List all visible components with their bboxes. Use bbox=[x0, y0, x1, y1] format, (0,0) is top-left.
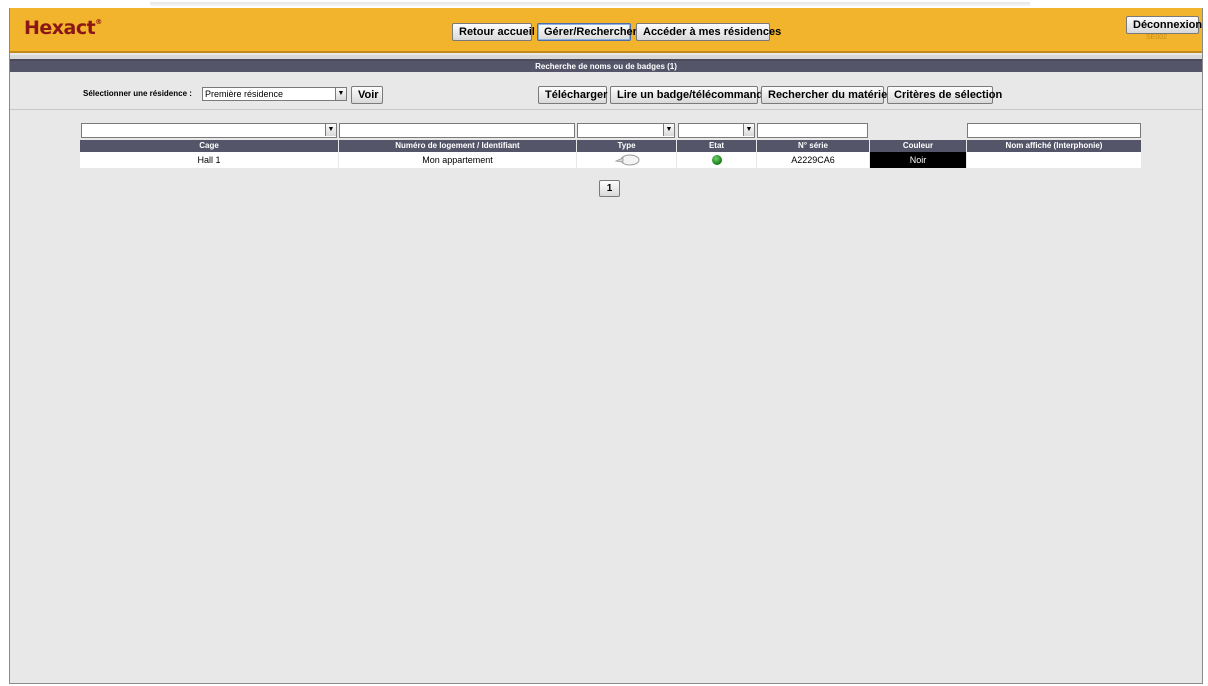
retour-accueil-button[interactable]: Retour accueil bbox=[452, 23, 535, 41]
column-header-couleur[interactable]: Couleur bbox=[870, 140, 966, 152]
column-header-serie[interactable]: N° série bbox=[757, 140, 869, 152]
column-header-logement[interactable]: Numéro de logement / Identifiant bbox=[339, 140, 576, 152]
voir-button[interactable]: Voir bbox=[351, 86, 383, 104]
status-active-icon bbox=[711, 155, 722, 165]
residence-select-label: Sélectionner une résidence : bbox=[83, 89, 192, 98]
toolbar: Sélectionner une résidence : Première ré… bbox=[10, 72, 1202, 110]
logout-button[interactable]: Déconnexion bbox=[1126, 16, 1202, 34]
residence-select-value: Première résidence bbox=[205, 89, 284, 99]
chevron-down-icon[interactable]: ▼ bbox=[663, 124, 674, 136]
app-frame: Hexact® Retour accueil Gérer/Rechercher … bbox=[9, 8, 1203, 684]
nom-filter-input[interactable] bbox=[967, 123, 1141, 138]
page-1-button[interactable]: 1 bbox=[599, 180, 620, 197]
table-cell-nom[interactable] bbox=[967, 152, 1141, 168]
table-cell-cage[interactable]: Hall 1 bbox=[80, 152, 338, 168]
etat-filter-select[interactable]: ▼ bbox=[678, 123, 755, 138]
type-filter-select[interactable]: ▼ bbox=[577, 123, 675, 138]
telecharger-button[interactable]: Télécharger bbox=[538, 86, 607, 104]
table-cell-serie[interactable]: A2229CA6 bbox=[757, 152, 869, 168]
logement-filter-input[interactable] bbox=[339, 123, 575, 138]
top-strip-shade bbox=[150, 2, 1030, 6]
table-cell-logement[interactable]: Mon appartement bbox=[339, 152, 576, 168]
acceder-residences-button[interactable]: Accéder à mes résidences bbox=[636, 23, 781, 41]
lire-badge-button[interactable]: Lire un badge/télécommande bbox=[610, 86, 769, 104]
gerer-rechercher-button[interactable]: Gérer/Rechercher bbox=[537, 23, 637, 41]
app-header: Hexact® Retour accueil Gérer/Rechercher … bbox=[10, 8, 1202, 53]
cage-filter-select[interactable]: ▼ bbox=[81, 123, 337, 138]
page-title: Recherche de noms ou de badges (1) bbox=[10, 61, 1202, 72]
residence-select[interactable]: Première résidence ▼ bbox=[202, 87, 347, 101]
table-cell-couleur[interactable]: Noir bbox=[870, 152, 966, 168]
table-cell-etat[interactable] bbox=[677, 152, 756, 168]
chevron-down-icon[interactable]: ▼ bbox=[325, 124, 336, 136]
logo-trademark: ® bbox=[95, 17, 102, 26]
build-label: SE002 bbox=[1146, 34, 1168, 41]
chevron-down-icon[interactable]: ▼ bbox=[743, 124, 754, 136]
hexact-logo: Hexact® bbox=[24, 17, 102, 39]
logo-text: Hexact bbox=[24, 17, 96, 39]
column-header-cage[interactable]: Cage bbox=[80, 140, 338, 152]
column-header-nom[interactable]: Nom affiché (Interphonie) bbox=[967, 140, 1141, 152]
badge-fob-icon bbox=[614, 154, 640, 166]
column-header-etat[interactable]: Etat bbox=[677, 140, 756, 152]
browser-top-strip bbox=[0, 0, 1208, 8]
column-header-type[interactable]: Type bbox=[577, 140, 676, 152]
rechercher-materiel-button[interactable]: Rechercher du matériel bbox=[761, 86, 890, 104]
table-cell-type[interactable] bbox=[577, 152, 676, 168]
serie-filter-input[interactable] bbox=[757, 123, 868, 138]
criteres-selection-button[interactable]: Critères de sélection bbox=[887, 86, 1002, 104]
chevron-down-icon[interactable]: ▼ bbox=[335, 88, 346, 100]
